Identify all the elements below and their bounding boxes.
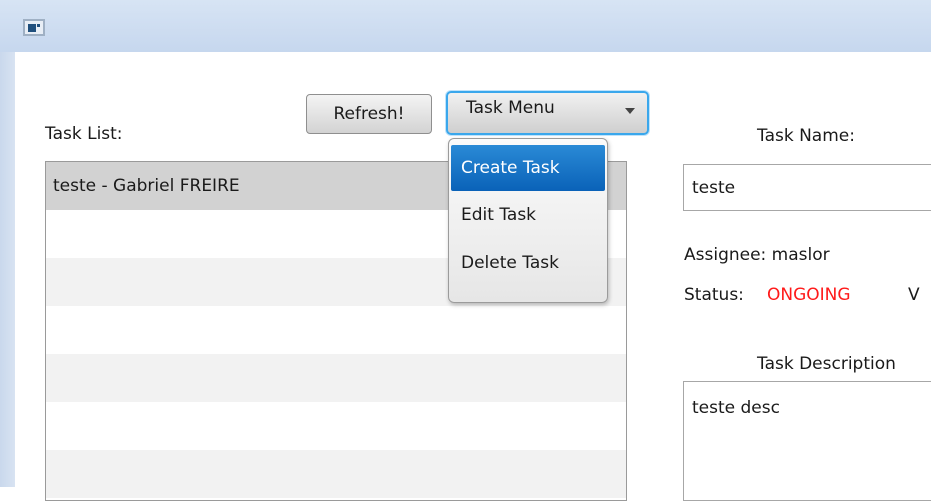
menu-item-delete-task[interactable]: Delete Task [449,239,607,287]
status-label: Status: [684,285,744,305]
task-description-field[interactable]: teste desc [683,381,931,501]
partial-label: V [908,285,920,305]
table-row[interactable] [46,402,626,450]
task-description-label: Task Description [757,354,896,374]
table-row[interactable] [46,306,626,354]
assignee-text: Assignee: maslor [684,245,830,265]
title-bar [0,0,931,52]
window-border-left [0,52,15,487]
menu-item-create-task[interactable]: Create Task [451,145,605,191]
chevron-down-icon [625,108,635,114]
task-list-label: Task List: [45,124,123,144]
refresh-button[interactable]: Refresh! [306,94,432,134]
task-name-label: Task Name: [757,126,855,146]
status-value: ONGOING [767,285,851,305]
task-menu-label: Task Menu [466,98,555,118]
task-menu-button[interactable]: Task Menu [446,91,649,135]
table-row[interactable] [46,354,626,402]
java-app-icon[interactable] [23,19,45,36]
task-menu-dropdown: Create Task Edit Task Delete Task [448,138,608,303]
table-row[interactable] [46,450,626,498]
menu-item-edit-task[interactable]: Edit Task [449,191,607,239]
task-name-field[interactable]: teste [683,164,931,211]
